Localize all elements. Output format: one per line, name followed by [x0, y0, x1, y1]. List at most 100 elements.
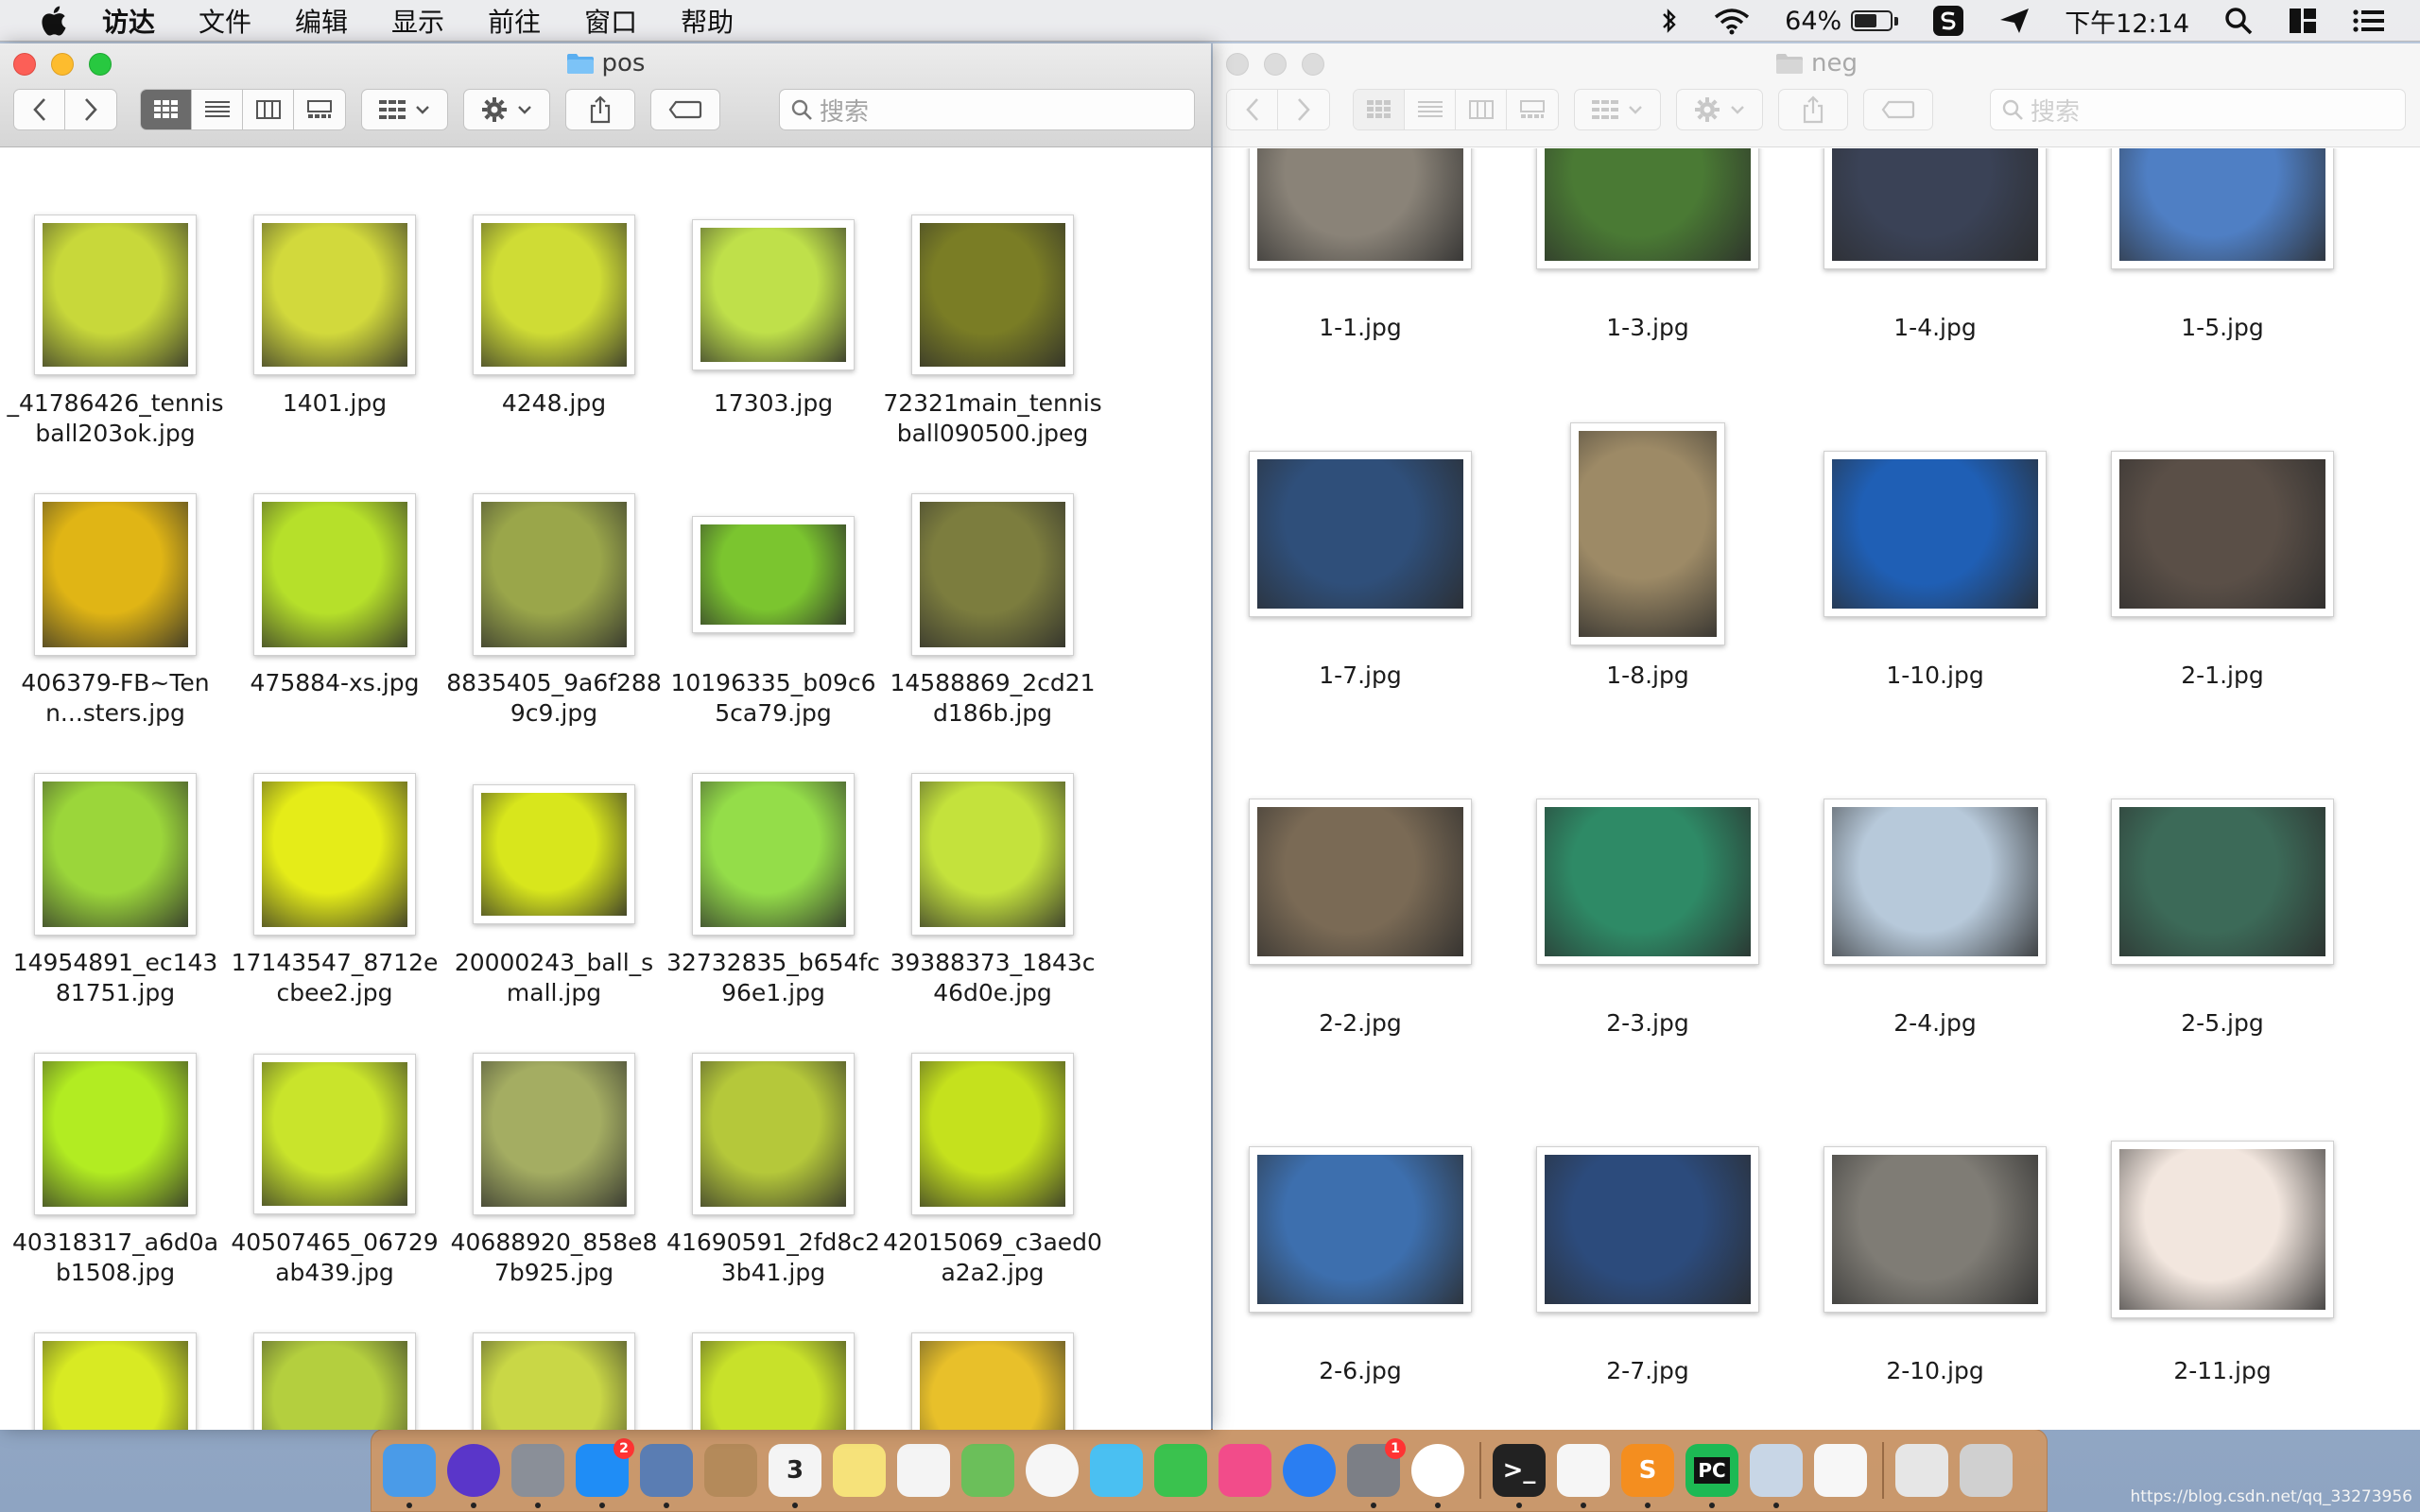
- file-item[interactable]: 2-7.jpg: [1504, 1116, 1791, 1386]
- file-item[interactable]: 72321main_tennisball090500.jpeg: [883, 215, 1102, 449]
- scroll-app-icon[interactable]: [1932, 5, 1964, 37]
- group-by-button[interactable]: [1574, 89, 1661, 130]
- file-item[interactable]: 14588869_2cd21d186b.jpg: [883, 493, 1102, 729]
- list-view-button[interactable]: [1405, 90, 1456, 129]
- gallery-view-button[interactable]: [294, 90, 345, 129]
- archive-icon[interactable]: [1895, 1444, 1948, 1497]
- tags-button[interactable]: [650, 89, 720, 130]
- file-item[interactable]: [664, 1332, 883, 1430]
- file-item[interactable]: 10196335_b09c65ca79.jpg: [664, 494, 883, 729]
- file-item[interactable]: 4248.jpg: [444, 215, 664, 419]
- file-item[interactable]: 2-3.jpg: [1504, 768, 1791, 1039]
- bluetooth-icon[interactable]: [1660, 7, 1679, 35]
- siri-icon[interactable]: [447, 1444, 500, 1508]
- file-item[interactable]: 2-1.jpg: [2079, 421, 2366, 691]
- system-preferences-icon[interactable]: 1: [1347, 1438, 1406, 1508]
- menu-window[interactable]: 窗口: [584, 2, 637, 40]
- file-item[interactable]: 1-4.jpg: [1791, 148, 2079, 343]
- group-by-button[interactable]: [361, 89, 448, 130]
- tags-button[interactable]: [1863, 89, 1933, 130]
- file-item[interactable]: 40507465_06729ab439.jpg: [225, 1054, 444, 1288]
- file-item[interactable]: 2-10.jpg: [1791, 1116, 2079, 1386]
- file-item[interactable]: 2-4.jpg: [1791, 768, 2079, 1039]
- maps-icon[interactable]: [961, 1444, 1014, 1497]
- search-field[interactable]: 搜索: [779, 89, 1195, 130]
- notification-center-icon[interactable]: [2352, 7, 2386, 35]
- app-store-icon[interactable]: 2: [576, 1438, 634, 1508]
- file-item[interactable]: 1401.jpg: [225, 215, 444, 419]
- forward-button[interactable]: [65, 90, 116, 129]
- messages-icon[interactable]: [1090, 1444, 1143, 1497]
- menu-help[interactable]: 帮助: [681, 2, 734, 40]
- file-item[interactable]: 39388373_1843c46d0e.jpg: [883, 773, 1102, 1008]
- wifi-icon[interactable]: [1713, 7, 1751, 35]
- trash-icon[interactable]: [1960, 1444, 2013, 1497]
- battery-indicator[interactable]: 64%: [1785, 7, 1899, 36]
- file-item[interactable]: 32732835_b654fc96e1.jpg: [664, 773, 883, 1008]
- sublime-text-icon[interactable]: S: [1621, 1444, 1674, 1508]
- apple-icon[interactable]: [36, 2, 74, 40]
- file-item[interactable]: 406379-FB~Tenn...sters.jpg: [6, 493, 225, 729]
- file-item[interactable]: 42015069_c3aed0a2a2.jpg: [883, 1053, 1102, 1288]
- file-item[interactable]: 2-11.jpg: [2079, 1116, 2366, 1386]
- send-arrow-icon[interactable]: [1998, 7, 2031, 35]
- file-item[interactable]: 40318317_a6d0ab1508.jpg: [6, 1053, 225, 1288]
- menu-file[interactable]: 文件: [199, 2, 251, 40]
- launchpad-icon[interactable]: [511, 1444, 564, 1508]
- file-item[interactable]: 8835405_9a6f2889c9.jpg: [444, 493, 664, 729]
- textedit-icon[interactable]: [1557, 1444, 1610, 1508]
- finder-icon[interactable]: [383, 1444, 436, 1508]
- facetime-icon[interactable]: [1154, 1444, 1207, 1497]
- spotlight-search-icon[interactable]: [2223, 6, 2254, 36]
- clock[interactable]: 下午12:14: [2065, 3, 2189, 40]
- list-view-button[interactable]: [192, 90, 243, 129]
- contacts-icon[interactable]: [704, 1444, 757, 1497]
- photos-icon[interactable]: [1026, 1444, 1079, 1497]
- file-item[interactable]: 475884-xs.jpg: [225, 493, 444, 698]
- file-item[interactable]: 1-5.jpg: [2079, 148, 2366, 343]
- action-button[interactable]: [463, 89, 550, 130]
- preview-icon[interactable]: [1750, 1444, 1803, 1508]
- file-item[interactable]: 20000243_ball_small.jpg: [444, 774, 664, 1008]
- split-view-icon[interactable]: [2288, 7, 2318, 35]
- file-item[interactable]: [444, 1332, 664, 1430]
- file-item[interactable]: 1-7.jpg: [1217, 421, 1504, 691]
- action-button[interactable]: [1676, 89, 1763, 130]
- menu-go[interactable]: 前往: [488, 2, 541, 40]
- back-button[interactable]: [1227, 90, 1278, 129]
- share-button[interactable]: [565, 89, 635, 130]
- file-item[interactable]: 1-10.jpg: [1791, 421, 2079, 691]
- itunes-icon[interactable]: [1219, 1444, 1271, 1497]
- chrome-icon[interactable]: [1411, 1444, 1464, 1508]
- file-item[interactable]: 14954891_ec14381751.jpg: [6, 773, 225, 1008]
- column-view-button[interactable]: [243, 90, 294, 129]
- file-item[interactable]: [883, 1332, 1102, 1430]
- xcode-preview-icon[interactable]: [640, 1444, 693, 1508]
- icon-view-button[interactable]: [1354, 90, 1405, 129]
- document-icon[interactable]: [1814, 1444, 1867, 1497]
- file-item[interactable]: [6, 1332, 225, 1430]
- notes-icon[interactable]: [833, 1444, 886, 1497]
- menu-view[interactable]: 显示: [391, 2, 444, 40]
- menu-finder[interactable]: 访达: [102, 2, 155, 40]
- pycharm-icon[interactable]: PC: [1685, 1444, 1738, 1508]
- file-item[interactable]: 17303.jpg: [664, 215, 883, 419]
- file-item[interactable]: 41690591_2fd8c23b41.jpg: [664, 1053, 883, 1288]
- forward-button[interactable]: [1278, 90, 1329, 129]
- file-item[interactable]: 1-3.jpg: [1504, 148, 1791, 343]
- file-item[interactable]: 17143547_8712ecbee2.jpg: [225, 773, 444, 1008]
- file-item[interactable]: 2-6.jpg: [1217, 1116, 1504, 1386]
- gallery-view-button[interactable]: [1507, 90, 1558, 129]
- safari-icon[interactable]: [1283, 1444, 1336, 1497]
- share-button[interactable]: [1778, 89, 1848, 130]
- column-view-button[interactable]: [1456, 90, 1507, 129]
- icon-view-button[interactable]: [141, 90, 192, 129]
- menu-edit[interactable]: 编辑: [295, 2, 348, 40]
- file-item[interactable]: [225, 1332, 444, 1430]
- reminders-icon[interactable]: [897, 1444, 950, 1497]
- file-item[interactable]: 1-1.jpg: [1217, 148, 1504, 343]
- file-item[interactable]: 40688920_858e87b925.jpg: [444, 1053, 664, 1288]
- calendar-icon[interactable]: 3: [769, 1444, 821, 1508]
- terminal-icon[interactable]: >_: [1493, 1444, 1546, 1508]
- file-item[interactable]: 1-8.jpg: [1504, 421, 1791, 691]
